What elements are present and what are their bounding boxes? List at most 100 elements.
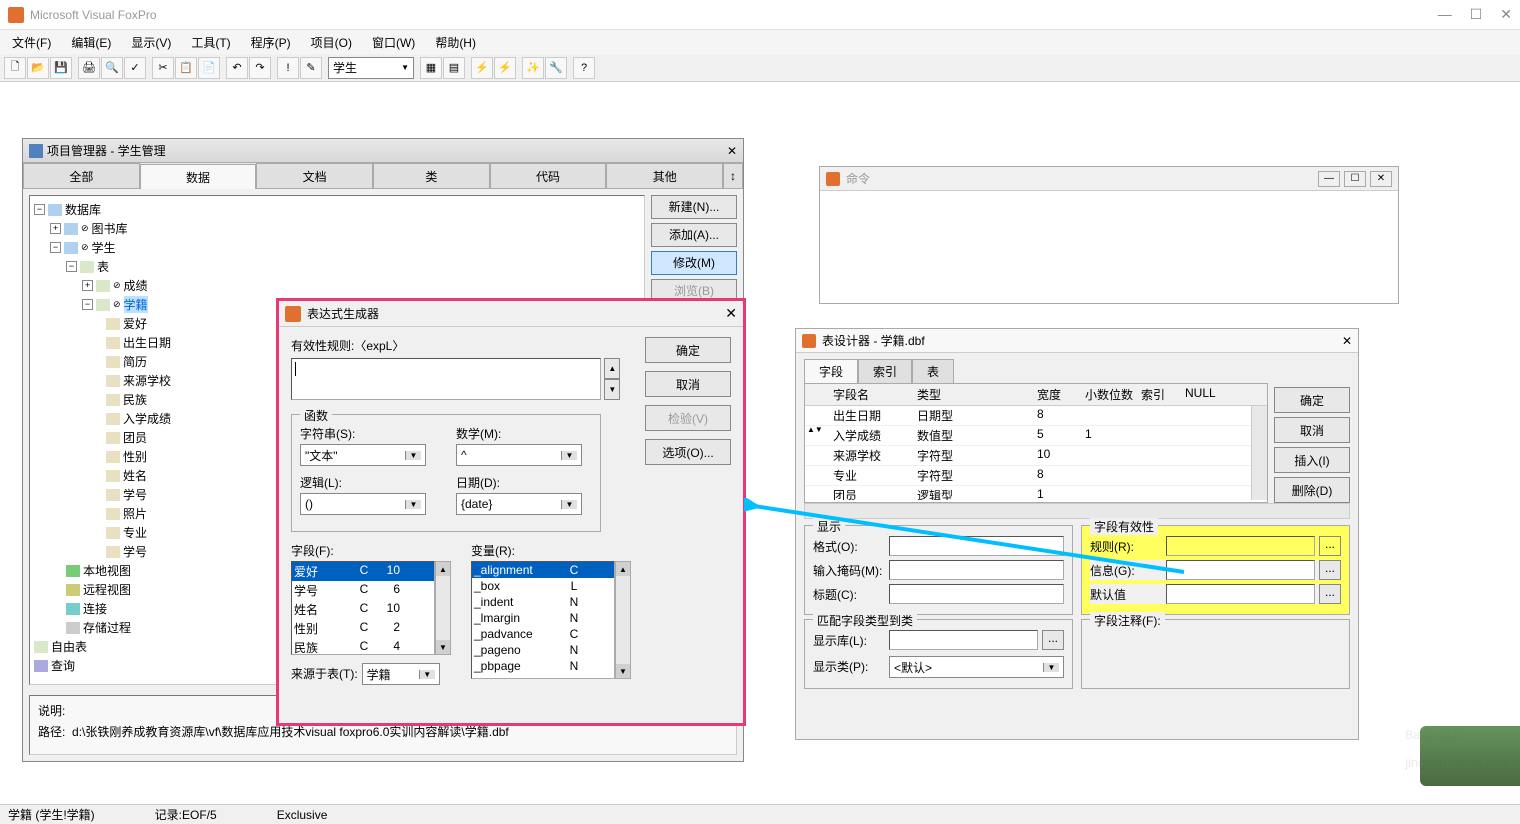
menu-tools[interactable]: 工具(T) [183, 32, 238, 53]
redo-icon[interactable]: ↷ [249, 57, 271, 79]
database-combo[interactable]: 学生 ▼ [328, 57, 414, 79]
verify-button[interactable]: 检验(V) [645, 405, 731, 431]
autoreport-icon[interactable]: ⚡ [494, 57, 516, 79]
cmd-titlebar[interactable]: 命令 — ☐ ✕ [820, 167, 1398, 191]
menu-program[interactable]: 程序(P) [243, 32, 299, 53]
grid-hscroll[interactable] [804, 503, 1350, 519]
minimize-button[interactable]: — [1438, 6, 1452, 23]
tree-query[interactable]: 查询 [51, 657, 75, 674]
pm-tab-collapse[interactable]: ↕ [723, 163, 743, 188]
tree-tables[interactable]: 表 [97, 258, 109, 275]
autoform-icon[interactable]: ⚡ [471, 57, 493, 79]
builder-icon[interactable]: 🔧 [545, 57, 567, 79]
pm-close-icon[interactable]: ✕ [727, 144, 737, 158]
tree-field[interactable]: 入学成绩 [123, 410, 171, 427]
td-tab-index[interactable]: 索引 [858, 359, 912, 383]
cmd-maximize-icon[interactable]: ☐ [1344, 171, 1366, 187]
tree-library-db[interactable]: 图书库 [92, 220, 128, 237]
form-icon[interactable]: ▦ [420, 57, 442, 79]
tree-freetable[interactable]: 自由表 [51, 638, 87, 655]
mask-input[interactable] [889, 560, 1064, 580]
close-button[interactable]: ✕ [1500, 6, 1512, 23]
maximize-button[interactable]: ☐ [1470, 6, 1483, 23]
tree-connection[interactable]: 连接 [83, 600, 107, 617]
new-icon[interactable]: 🗋 [4, 57, 26, 79]
td-tab-fields[interactable]: 字段 [804, 359, 858, 383]
menu-project[interactable]: 项目(O) [303, 32, 360, 53]
td-tab-table[interactable]: 表 [912, 359, 954, 383]
tree-field[interactable]: 姓名 [123, 467, 147, 484]
grid-row[interactable]: 专业字符型8 [805, 466, 1267, 486]
tree-field[interactable]: 团员 [123, 429, 147, 446]
menu-help[interactable]: 帮助(H) [427, 32, 484, 53]
td-insert-button[interactable]: 插入(I) [1274, 447, 1350, 473]
expand-icon[interactable]: + [50, 223, 61, 234]
print-icon[interactable]: 🖨 [78, 57, 100, 79]
expand-icon[interactable]: − [82, 299, 93, 310]
expand-icon[interactable]: − [66, 261, 77, 272]
grid-row[interactable]: 来源学校字符型10 [805, 446, 1267, 466]
tree-field[interactable]: 民族 [123, 391, 147, 408]
paste-icon[interactable]: 📄 [198, 57, 220, 79]
tree-xueji-table[interactable]: 学籍 [124, 296, 148, 313]
lib-browse-button[interactable]: ... [1042, 630, 1064, 650]
tree-field[interactable]: 来源学校 [123, 372, 171, 389]
cmd-minimize-icon[interactable]: — [1318, 171, 1340, 187]
expression-textarea[interactable] [291, 358, 601, 400]
tree-field[interactable]: 出生日期 [123, 334, 171, 351]
td-close-icon[interactable]: ✕ [1342, 334, 1352, 348]
spell-icon[interactable]: ✓ [124, 57, 146, 79]
pm-tab-data[interactable]: 数据 [140, 164, 257, 189]
open-icon[interactable]: 📂 [27, 57, 49, 79]
class-combo[interactable]: <默认>▼ [889, 656, 1064, 678]
caption-input[interactable] [889, 584, 1064, 604]
ok-button[interactable]: 确定 [645, 337, 731, 363]
tree-field[interactable]: 性别 [123, 448, 147, 465]
td-cancel-button[interactable]: 取消 [1274, 417, 1350, 443]
pm-tab-class[interactable]: 类 [373, 163, 490, 188]
expand-icon[interactable]: − [34, 204, 45, 215]
grid-row[interactable]: 团员逻辑型1 [805, 486, 1267, 500]
td-titlebar[interactable]: 表设计器 - 学籍.dbf ✕ [796, 329, 1358, 353]
pm-tab-other[interactable]: 其他 [606, 163, 723, 188]
cancel-button[interactable]: 取消 [645, 371, 731, 397]
default-builder-button[interactable]: ... [1319, 584, 1341, 604]
tree-storedproc[interactable]: 存储过程 [83, 619, 131, 636]
tree-field[interactable]: 简历 [123, 353, 147, 370]
preview-icon[interactable]: 🔍 [101, 57, 123, 79]
expand-icon[interactable]: + [82, 280, 93, 291]
logic-combo[interactable]: ()▼ [300, 493, 426, 515]
tree-localview[interactable]: 本地视图 [83, 562, 131, 579]
fields-scrollbar[interactable]: ▲▼ [435, 561, 451, 655]
run-icon[interactable]: ! [277, 57, 299, 79]
td-ok-button[interactable]: 确定 [1274, 387, 1350, 413]
math-combo[interactable]: ^▼ [456, 444, 582, 466]
options-button[interactable]: 选项(O)... [645, 439, 731, 465]
spin-down-button[interactable]: ▼ [604, 379, 620, 400]
wizard-icon[interactable]: ✨ [522, 57, 544, 79]
tree-field[interactable]: 学号 [123, 486, 147, 503]
save-icon[interactable]: 💾 [50, 57, 72, 79]
grid-vscroll[interactable] [1251, 406, 1267, 500]
row-spinner-icon[interactable]: ▲▼ [807, 427, 827, 433]
date-combo[interactable]: {date}▼ [456, 493, 582, 515]
comment-textarea[interactable] [1090, 630, 1341, 674]
tree-field[interactable]: 专业 [123, 524, 147, 541]
menu-edit[interactable]: 编辑(E) [63, 32, 119, 53]
modify-icon[interactable]: ✎ [300, 57, 322, 79]
undo-icon[interactable]: ↶ [226, 57, 248, 79]
vars-scrollbar[interactable]: ▲▼ [615, 561, 631, 679]
fields-listbox[interactable]: 爱好C10 学号C6 姓名C10 性别C2 民族C4 [291, 561, 435, 655]
rule-builder-button[interactable]: ... [1319, 536, 1341, 556]
expr-close-icon[interactable]: ✕ [725, 305, 737, 322]
tree-field[interactable]: 照片 [123, 505, 147, 522]
report-icon[interactable]: ▤ [443, 57, 465, 79]
fields-grid[interactable]: 字段名 类型 宽度 小数位数 索引 NULL 出生日期日期型8 ▲▼入学成绩数值… [804, 383, 1268, 503]
pm-tab-all[interactable]: 全部 [23, 163, 140, 188]
new-button[interactable]: 新建(N)... [651, 195, 737, 219]
tree-score-table[interactable]: 成绩 [124, 277, 148, 294]
pm-titlebar[interactable]: 项目管理器 - 学生管理 ✕ [23, 139, 743, 163]
grid-row[interactable]: 出生日期日期型8 [805, 406, 1267, 426]
msg-builder-button[interactable]: ... [1319, 560, 1341, 580]
modify-button[interactable]: 修改(M) [651, 251, 737, 275]
